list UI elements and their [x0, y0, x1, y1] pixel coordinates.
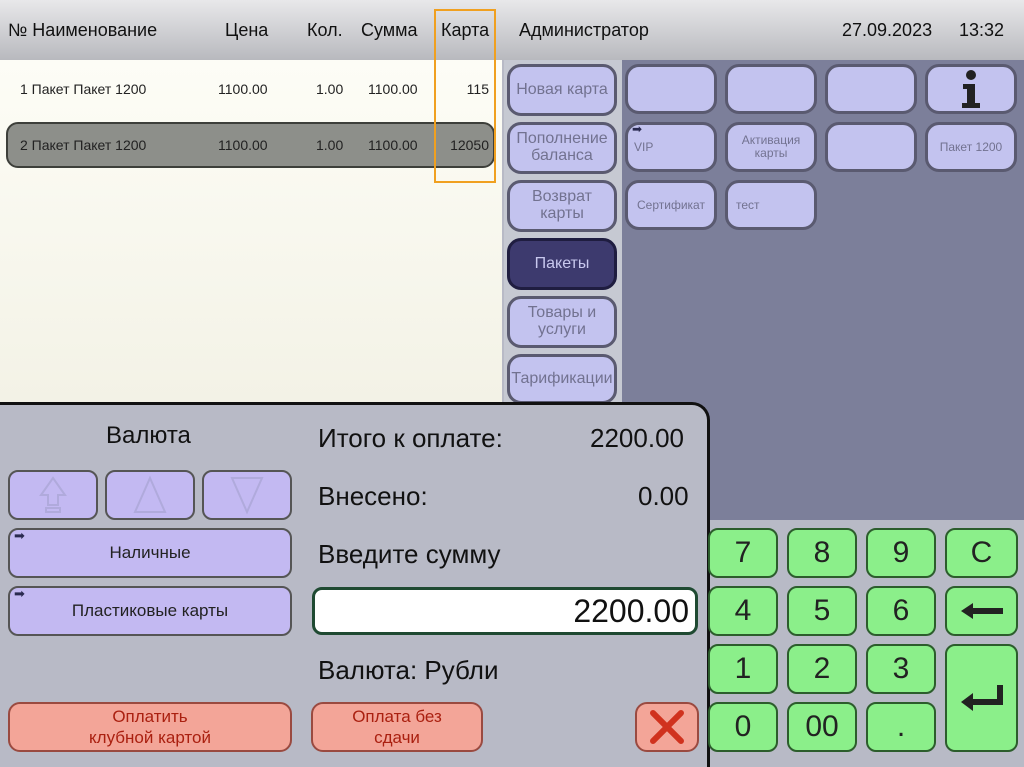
category-top-up-balance[interactable]: Пополнение баланса: [507, 122, 617, 174]
arrow-up-icon: [133, 475, 167, 513]
item-empty-3[interactable]: [825, 64, 917, 114]
key-6[interactable]: 6: [866, 586, 936, 636]
key-decimal[interactable]: .: [866, 702, 936, 752]
item-certificate[interactable]: Сертификат: [625, 180, 717, 230]
item-test[interactable]: тест: [725, 180, 817, 230]
receipt-row-selected[interactable]: 2 Пакет Пакет 1200 1100.00 1.00 1100.00 …: [6, 122, 495, 168]
key-00[interactable]: 00: [787, 702, 857, 752]
item-card-activation[interactable]: Активация карты: [725, 122, 817, 172]
row-price: 1100.00: [218, 81, 268, 97]
scroll-down-button[interactable]: [202, 470, 292, 520]
key-enter[interactable]: [945, 644, 1018, 752]
receipt-list[interactable]: 1 Пакет Пакет 1200 1100.00 1.00 1100.00 …: [0, 60, 502, 402]
row-qty: 1.00: [316, 137, 344, 153]
group-arrow-icon: ➡: [632, 122, 643, 136]
key-3[interactable]: 3: [866, 644, 936, 694]
col-sum-header: Сумма: [361, 20, 418, 40]
scroll-up-button[interactable]: [105, 470, 195, 520]
group-arrow-icon: ➡: [14, 528, 25, 543]
info-icon: [962, 70, 980, 108]
key-backspace[interactable]: [945, 586, 1018, 636]
cancel-x-icon: [650, 710, 684, 744]
time-display: 13:32: [959, 20, 1005, 40]
key-0[interactable]: 0: [708, 702, 778, 752]
category-new-card[interactable]: Новая карта: [507, 64, 617, 116]
item-empty-4[interactable]: [825, 122, 917, 172]
date-display: 27.09.2023: [842, 20, 933, 40]
row-price: 1100.00: [218, 137, 268, 153]
col-price-header: Цена: [225, 20, 269, 40]
row-sum: 1100.00: [368, 81, 418, 97]
pay-club-card-button[interactable]: Оплатить клубной картой: [8, 702, 292, 752]
card-column-highlight: [434, 9, 496, 183]
key-8[interactable]: 8: [787, 528, 857, 578]
pay-no-change-button[interactable]: Оплата без сдачи: [311, 702, 483, 752]
cancel-payment-button[interactable]: [635, 702, 699, 752]
row-sum: 1100.00: [368, 137, 418, 153]
scroll-top-button[interactable]: [8, 470, 98, 520]
row-qty: 1.00: [316, 81, 344, 97]
receipt-header: № Наименование Цена Кол. Сумма Карта Адм…: [0, 0, 1024, 60]
info-button[interactable]: [925, 64, 1017, 114]
paid-value: 0.00: [638, 481, 689, 511]
key-7[interactable]: 7: [708, 528, 778, 578]
item-vip[interactable]: ➡ VIP: [625, 122, 717, 172]
col-num-name-header: № Наименование: [8, 20, 158, 40]
currency-title: Валюта: [106, 422, 191, 449]
total-value: 2200.00: [590, 423, 684, 453]
key-clear[interactable]: C: [945, 528, 1018, 578]
paid-label: Внесено:: [318, 481, 428, 511]
backspace-arrow-icon: [960, 603, 1003, 619]
row-name: 1 Пакет Пакет 1200: [20, 81, 147, 97]
key-5[interactable]: 5: [787, 586, 857, 636]
key-9[interactable]: 9: [866, 528, 936, 578]
arrow-down-icon: [230, 477, 264, 515]
item-package-1200[interactable]: Пакет 1200: [925, 122, 1017, 172]
total-label: Итого к оплате:: [318, 423, 503, 453]
row-name: 2 Пакет Пакет 1200: [20, 137, 147, 153]
category-packages[interactable]: Пакеты: [507, 238, 617, 290]
enter-amount-label: Введите сумму: [318, 539, 501, 569]
operator-name: Администратор: [519, 20, 649, 40]
payment-cash-button[interactable]: ➡ Наличные: [8, 528, 292, 578]
key-2[interactable]: 2: [787, 644, 857, 694]
col-qty-header: Кол.: [307, 20, 343, 40]
item-empty-1[interactable]: [625, 64, 717, 114]
currency-line: Валюта: Рубли: [318, 655, 499, 685]
payment-cards-button[interactable]: ➡ Пластиковые карты: [8, 586, 292, 636]
receipt-row[interactable]: 1 Пакет Пакет 1200 1100.00 1.00 1100.00 …: [6, 66, 495, 112]
arrow-up-bar-icon: [39, 476, 67, 513]
enter-return-icon: [960, 685, 1003, 711]
group-arrow-icon: ➡: [14, 586, 25, 601]
category-tariffs[interactable]: Тарификации: [507, 354, 617, 404]
item-empty-2[interactable]: [725, 64, 817, 114]
key-4[interactable]: 4: [708, 586, 778, 636]
category-card-return[interactable]: Возврат карты: [507, 180, 617, 232]
category-goods-services[interactable]: Товары и услуги: [507, 296, 617, 348]
key-1[interactable]: 1: [708, 644, 778, 694]
amount-input[interactable]: 2200.00: [312, 587, 698, 635]
